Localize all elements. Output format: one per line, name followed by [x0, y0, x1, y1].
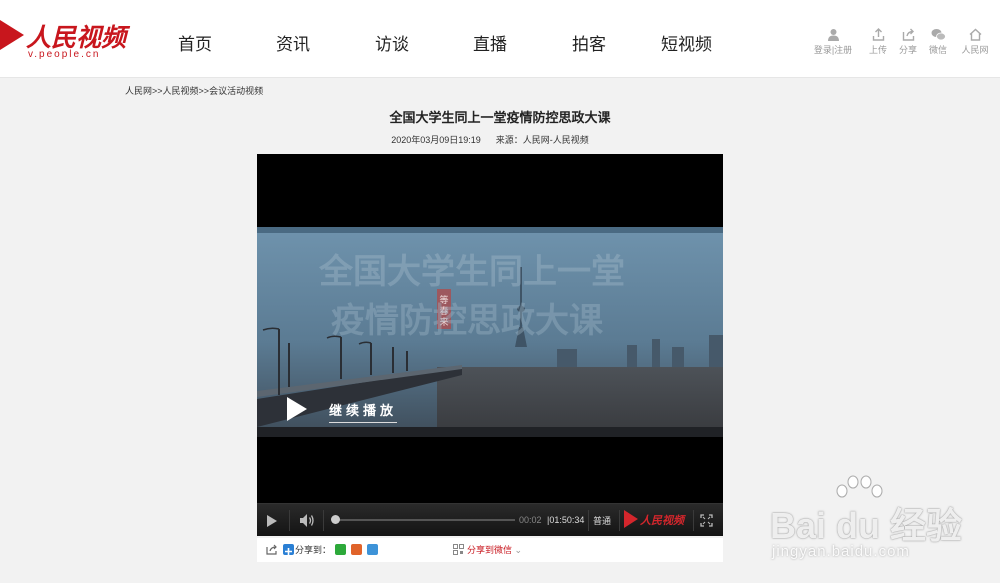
logo-domain: v.people.cn: [28, 49, 101, 60]
share-button[interactable]: 分享: [896, 28, 920, 56]
upload-label: 上传: [868, 45, 887, 55]
nav-item-home[interactable]: 首页: [178, 30, 212, 55]
watermark-url: jingyan.baidu.com: [772, 543, 910, 560]
share-label: 分享: [898, 45, 917, 55]
control-divider: [588, 510, 589, 531]
fullscreen-icon[interactable]: [700, 514, 713, 527]
nav-item-interview[interactable]: 访谈: [375, 30, 409, 55]
play-icon: [287, 397, 307, 421]
share-label: 分享到：: [295, 545, 332, 555]
breadcrumb-item-meeting[interactable]: 会议活动视频: [209, 86, 263, 96]
wechat-icon: [931, 29, 946, 41]
share-to-wechat-label: 分享到微信: [467, 545, 513, 555]
total-time: |01:50:34: [547, 515, 585, 525]
site-logo[interactable]: 人民视频 v.people.cn: [0, 14, 140, 64]
overlay-title-line2: 疫情防控思政大课: [331, 301, 604, 341]
total-time-value: 01:50:34: [549, 515, 585, 525]
share-to-wechat-link[interactable]: 分享到微信 ⌄: [467, 543, 522, 556]
share-bar: 分享到： 分享到微信 ⌄: [257, 538, 723, 562]
brand-play-icon: [624, 510, 638, 528]
header-tools: 登录|注册 上传 分享 微信 人民网: [812, 28, 992, 58]
article-meta: 2020年03月09日19:19 来源：人民网-人民视频: [0, 133, 980, 146]
current-time: 00:02: [519, 515, 542, 525]
upload-button[interactable]: 上传: [866, 28, 890, 56]
nav-item-live[interactable]: 直播: [473, 30, 507, 55]
share-plus-icon[interactable]: [283, 544, 294, 555]
control-divider: [693, 510, 694, 531]
video-scene: 等 春 来 全国大学生同上一堂 疫情防控思政大课: [257, 227, 723, 437]
share-out-icon[interactable]: [266, 544, 278, 555]
home-icon: [969, 28, 981, 41]
control-divider: [619, 510, 620, 531]
nav-item-short-video[interactable]: 短视频: [661, 30, 712, 55]
share-weibo-icon[interactable]: [351, 544, 362, 555]
chevron-down-icon: ⌄: [514, 545, 523, 555]
breadcrumb-item-people[interactable]: 人民网: [125, 86, 152, 96]
quality-selector[interactable]: 普通: [593, 514, 611, 527]
resume-label: 继续播放: [329, 400, 398, 423]
page-title: 全国大学生同上一堂疫情防控思政大课: [389, 111, 611, 126]
login-register[interactable]: 登录|注册: [812, 28, 854, 56]
people-home-label: 人民网: [961, 45, 989, 55]
logo-play-icon: [0, 20, 24, 50]
site-header: 人民视频 v.people.cn 首页 资讯 访谈 直播 拍客 短视频 登录|注…: [0, 0, 1000, 78]
breadcrumb-separator: >>: [198, 86, 210, 96]
wechat-label: 微信: [928, 45, 947, 55]
play-icon[interactable]: [266, 514, 278, 528]
user-icon: [827, 29, 839, 41]
overlay-title-line1: 全国大学生同上一堂: [318, 252, 625, 292]
share-icon: [902, 28, 914, 41]
register-link[interactable]: 注册: [834, 45, 852, 55]
watermark-main: Bai du 经验: [770, 505, 963, 546]
wechat-button[interactable]: 微信: [926, 28, 950, 56]
control-divider: [289, 510, 290, 531]
nav-item-paike[interactable]: 拍客: [572, 30, 606, 55]
people-home-button[interactable]: 人民网: [960, 28, 990, 56]
breadcrumb-separator: >>: [152, 86, 163, 96]
publish-datetime: 2020年03月09日19:19: [391, 135, 481, 145]
player-controls: 00:02 |01:50:34 普通 人民视频: [257, 503, 723, 536]
plus-icon: [285, 548, 292, 555]
video-frame[interactable]: 等 春 来 全国大学生同上一堂 疫情防控思政大课: [257, 227, 723, 437]
qrcode-icon: [453, 544, 464, 555]
upload-icon: [872, 28, 884, 41]
progress-handle[interactable]: [331, 515, 341, 524]
breadcrumb: 人民网>>人民视频>>会议活动视频: [125, 84, 263, 97]
login-link[interactable]: 登录: [814, 45, 832, 55]
breadcrumb-item-video[interactable]: 人民视频: [163, 86, 199, 96]
share-wechat-icon[interactable]: [335, 544, 346, 555]
paw-icon: [836, 475, 883, 498]
source-label: 来源：: [495, 135, 523, 145]
baidu-jingyan-watermark: Bai du 经验 jingyan.baidu.com: [768, 475, 998, 580]
video-player[interactable]: 等 春 来 全国大学生同上一堂 疫情防控思政大课 继续播放 00:02 |01:…: [257, 154, 723, 536]
control-divider: [323, 510, 324, 531]
progress-track[interactable]: [335, 519, 515, 521]
volume-icon[interactable]: [299, 513, 315, 528]
player-brand-text: 人民视频: [640, 514, 684, 527]
share-qzone-icon[interactable]: [367, 544, 378, 555]
nav-item-news[interactable]: 资讯: [276, 30, 310, 55]
source-name: 人民网-人民视频: [522, 135, 589, 145]
